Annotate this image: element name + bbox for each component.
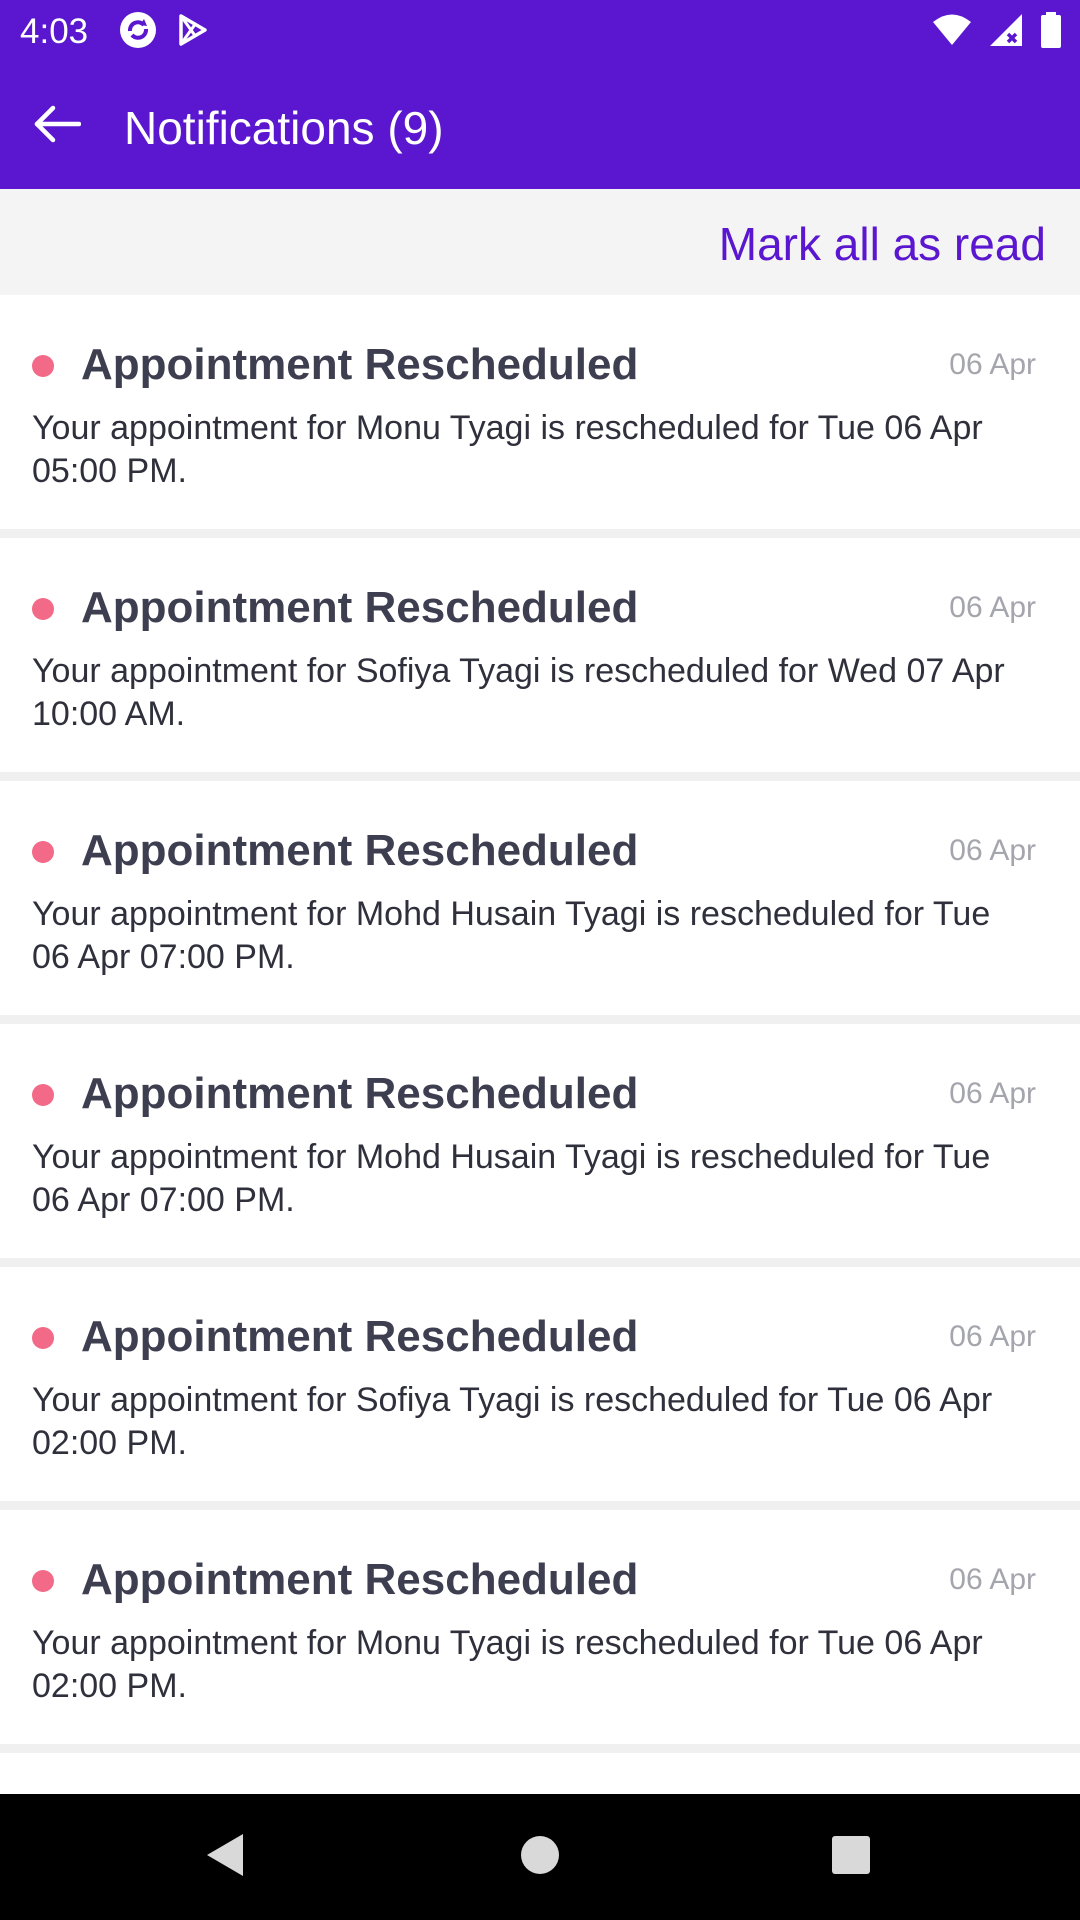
notification-title: Appointment Rescheduled (81, 826, 639, 875)
system-home-button[interactable] (515, 1832, 565, 1882)
system-back-button[interactable] (200, 1832, 250, 1882)
unread-dot-icon (32, 1570, 54, 1592)
notification-title: Appointment Rescheduled (81, 1312, 639, 1361)
notification-body: Your appointment for Sofiya Tyagi is res… (32, 1381, 993, 1462)
notification-item-partial[interactable] (0, 1753, 1080, 1795)
notification-date: 06 Apr (949, 1077, 1036, 1110)
notification-date: 06 Apr (949, 834, 1036, 867)
app-bar: Notifications (9) (0, 63, 1080, 189)
unread-dot-icon (32, 355, 54, 377)
status-bar: 4:03 (0, 0, 1080, 63)
status-time: 4:03 (20, 12, 89, 51)
notification-date: 06 Apr (949, 348, 1036, 381)
play-store-icon (176, 13, 210, 52)
page-title: Notifications (9) (124, 102, 444, 154)
notification-item[interactable]: Appointment Rescheduled 06 Apr Your appo… (0, 1510, 1080, 1744)
notification-item[interactable]: Appointment Rescheduled 06 Apr Your appo… (0, 1267, 1080, 1501)
notification-date: 06 Apr (949, 591, 1036, 624)
unread-dot-icon (32, 1084, 54, 1106)
notification-body: Your appointment for Mohd Husain Tyagi i… (32, 1138, 991, 1219)
notification-body: Your appointment for Monu Tyagi is resch… (32, 1624, 983, 1705)
notification-body: Your appointment for Mohd Husain Tyagi i… (32, 895, 991, 976)
unread-dot-icon (32, 1327, 54, 1349)
notification-title: Appointment Rescheduled (81, 1555, 639, 1604)
home-nav-icon (519, 1834, 561, 1881)
system-recents-button[interactable] (826, 1832, 876, 1882)
notification-item[interactable]: Appointment Rescheduled 06 Apr Your appo… (0, 781, 1080, 1015)
status-system-icons (932, 10, 1062, 54)
notification-item[interactable]: Appointment Rescheduled 06 Apr Your appo… (0, 295, 1080, 529)
notification-item[interactable]: Appointment Rescheduled 06 Apr Your appo… (0, 538, 1080, 772)
notification-body: Your appointment for Monu Tyagi is resch… (32, 409, 983, 490)
notifications-toolbar: Mark all as read (0, 189, 1080, 295)
notification-body: Your appointment for Sofiya Tyagi is res… (32, 652, 1005, 733)
back-button[interactable] (20, 89, 94, 163)
notification-list[interactable]: Appointment Rescheduled 06 Apr Your appo… (0, 295, 1080, 1795)
notification-item[interactable]: Appointment Rescheduled 06 Apr Your appo… (0, 1024, 1080, 1258)
back-nav-icon (203, 1832, 247, 1883)
recents-nav-icon (830, 1834, 872, 1881)
battery-icon (1040, 11, 1062, 53)
wifi-icon (932, 13, 972, 52)
status-app-icons (118, 10, 210, 54)
unread-dot-icon (32, 598, 54, 620)
system-nav-bar (0, 1794, 1080, 1920)
notification-title: Appointment Rescheduled (81, 1069, 639, 1118)
notification-date: 06 Apr (949, 1320, 1036, 1353)
notification-title: Appointment Rescheduled (81, 583, 639, 632)
notification-title: Appointment Rescheduled (81, 340, 639, 389)
mark-all-as-read-button[interactable]: Mark all as read (719, 217, 1046, 271)
notification-date: 06 Apr (949, 1563, 1036, 1596)
back-arrow-icon (33, 104, 82, 149)
cell-signal-icon (988, 12, 1024, 53)
unread-dot-icon (32, 841, 54, 863)
sync-app-icon (118, 10, 158, 55)
